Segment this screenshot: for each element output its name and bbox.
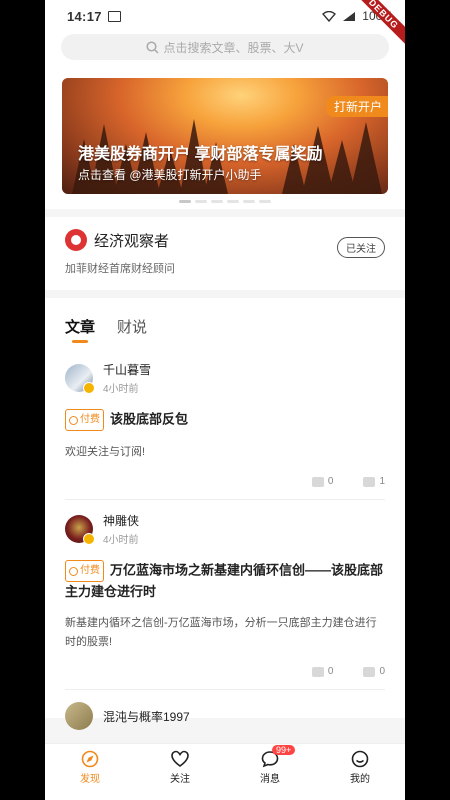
comment-count[interactable]: 0	[311, 476, 333, 487]
avatar[interactable]	[65, 515, 95, 545]
author-card[interactable]: 经济观察者 加菲财经首席财经顾问 已关注	[45, 217, 405, 290]
post-title[interactable]: 付费 万亿蓝海市场之新基建内循环信创——该股底部主力建仓进行时	[65, 560, 385, 602]
verified-icon	[83, 382, 95, 394]
carousel-dot	[195, 200, 207, 203]
post-author[interactable]: 混沌与概率1997	[103, 708, 190, 725]
nav-mine-label: 我的	[350, 773, 370, 785]
avatar[interactable]	[65, 364, 95, 394]
banner-subtitle: 点击查看 @港美股打新开户小助手	[78, 168, 262, 182]
author-description: 加菲财经首席财经顾问	[65, 263, 175, 275]
paid-icon	[69, 415, 78, 425]
nav-follow[interactable]: 关注	[135, 744, 225, 790]
author-logo-icon	[65, 229, 87, 251]
comment-icon	[311, 666, 324, 677]
comment-icon	[311, 476, 324, 487]
follow-button[interactable]: 已关注	[337, 237, 385, 258]
gesture-bar	[45, 790, 405, 800]
wifi-icon	[322, 10, 337, 22]
article-feed: 文章 财说 千山暮雪 4小时前 付费 该股底部反包 欢迎关注与订阅! 0 1 神…	[45, 298, 405, 730]
tab-talks[interactable]: 财说	[117, 316, 147, 343]
app-screen: 14:17 100% DEBUG 点击搜索文章、股票、大V	[45, 0, 405, 800]
nav-messages-label: 消息	[260, 773, 280, 785]
paid-badge: 付费	[65, 409, 104, 431]
nav-messages[interactable]: 99+ 消息	[225, 744, 315, 790]
paid-badge: 付费	[65, 560, 104, 582]
search-placeholder: 点击搜索文章、股票、大V	[163, 40, 304, 55]
carousel-dot	[259, 200, 271, 203]
post-item[interactable]: 混沌与概率1997	[65, 690, 385, 742]
verified-icon	[83, 533, 95, 545]
carousel-dot	[243, 200, 255, 203]
thumbs-up-icon	[363, 476, 376, 487]
status-bar: 14:17 100% DEBUG	[45, 0, 405, 49]
post-title[interactable]: 付费 该股底部反包	[65, 409, 385, 431]
nav-discover[interactable]: 发现	[45, 744, 135, 790]
signal-icon	[343, 11, 356, 21]
promo-banner[interactable]: 打新开户 港美股券商开户 享财部落专属奖励 点击查看 @港美股打新开户小助手	[62, 78, 388, 194]
image-notification-icon	[107, 10, 121, 22]
carousel-dot	[211, 200, 223, 203]
comment-count[interactable]: 0	[311, 666, 333, 677]
search-bar[interactable]: 点击搜索文章、股票、大V	[61, 34, 389, 60]
bottom-navigation: 发现 关注 99+ 消息 我的	[45, 743, 405, 790]
post-author[interactable]: 神雕侠	[103, 512, 139, 529]
nav-mine[interactable]: 我的	[315, 744, 405, 790]
compass-icon	[81, 750, 99, 767]
thumbs-up-icon	[363, 666, 376, 677]
author-name: 经济观察者	[94, 232, 170, 250]
post-summary: 新基建内循环之信创-万亿蓝海市场，分析一只底部主力建仓进行时的股票!	[65, 617, 377, 648]
like-count[interactable]: 1	[363, 476, 385, 487]
nav-follow-label: 关注	[170, 773, 190, 785]
content-tabs: 文章 财说	[65, 298, 385, 349]
post-item[interactable]: 神雕侠 4小时前 付费 万亿蓝海市场之新基建内循环信创——该股底部主力建仓进行时 …	[65, 500, 385, 690]
tab-articles[interactable]: 文章	[65, 316, 95, 343]
banner-title: 港美股券商开户 享财部落专属奖励	[78, 146, 323, 163]
post-item[interactable]: 千山暮雪 4小时前 付费 该股底部反包 欢迎关注与订阅! 0 1	[65, 349, 385, 500]
nav-discover-label: 发现	[80, 773, 100, 785]
carousel-dot	[179, 200, 191, 203]
carousel-indicator	[62, 200, 388, 203]
post-author[interactable]: 千山暮雪	[103, 361, 151, 378]
post-time: 4小时前	[103, 384, 139, 395]
post-summary: 欢迎关注与订阅!	[65, 446, 146, 458]
post-stats: 0 0	[65, 666, 385, 677]
smiley-icon	[351, 750, 369, 767]
paid-icon	[69, 566, 78, 576]
search-icon	[146, 40, 160, 54]
post-stats: 0 1	[65, 476, 385, 487]
avatar[interactable]	[65, 702, 93, 730]
status-time: 14:17	[67, 8, 102, 24]
banner-container: 打新开户 港美股券商开户 享财部落专属奖励 点击查看 @港美股打新开户小助手	[45, 70, 405, 209]
like-count[interactable]: 0	[363, 666, 385, 677]
search-container: 点击搜索文章、股票、大V	[45, 32, 405, 70]
carousel-dot	[227, 200, 239, 203]
banner-tag[interactable]: 打新开户	[325, 96, 388, 117]
heart-icon	[171, 750, 189, 767]
post-time: 4小时前	[103, 535, 139, 546]
message-badge: 99+	[272, 745, 296, 755]
